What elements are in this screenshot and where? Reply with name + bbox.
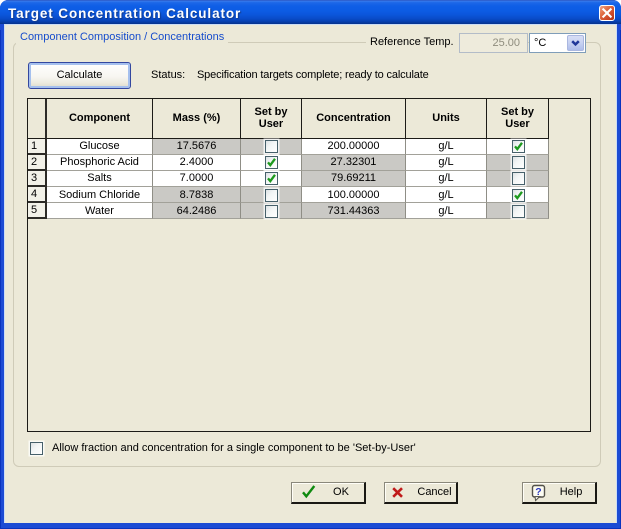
svg-text:?: ?	[535, 486, 541, 498]
